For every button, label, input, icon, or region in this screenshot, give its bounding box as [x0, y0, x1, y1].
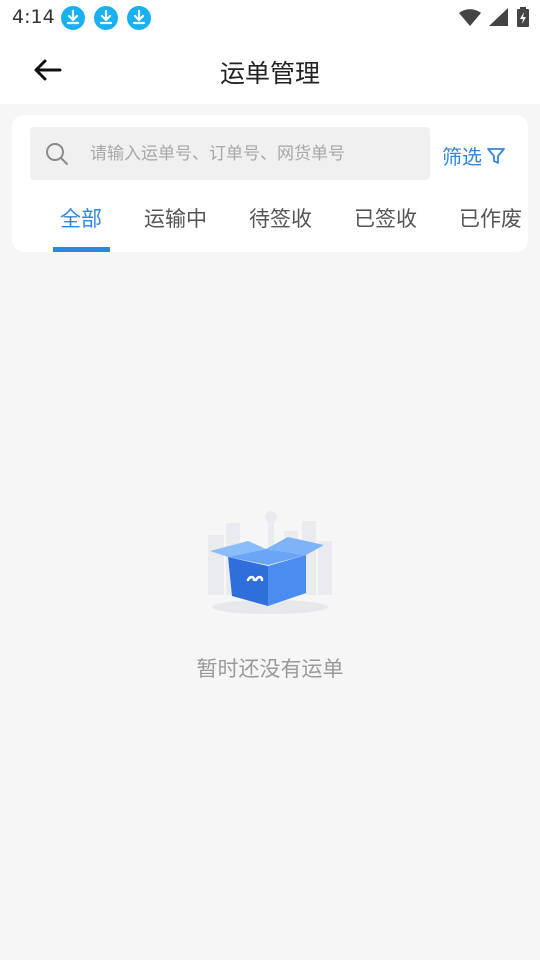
tab-voided[interactable]: 已作废: [459, 203, 522, 233]
wifi-icon: [458, 9, 481, 26]
filter-icon: [487, 148, 505, 164]
active-tab-indicator: [53, 247, 110, 252]
app-header: 运单管理: [0, 36, 540, 104]
tab-all[interactable]: 全部: [60, 203, 102, 233]
filter-label: 筛选: [442, 145, 482, 169]
download-icon: [94, 6, 118, 30]
search-filter-card: 筛选 全部 运输中 待签收 已签收 已作废: [12, 115, 528, 252]
search-icon: [46, 143, 68, 165]
signal-icon: [488, 8, 508, 26]
tab-pending-signature[interactable]: 待签收: [249, 203, 312, 233]
empty-box-icon: [208, 511, 332, 614]
download-icon: [127, 6, 151, 30]
page-title: 运单管理: [219, 59, 320, 88]
search-input[interactable]: [90, 127, 420, 180]
empty-state: 暂时还没有运单: [0, 495, 540, 695]
status-bar: 4:14: [0, 0, 540, 36]
system-status-icons: [458, 6, 530, 30]
empty-state-message: 暂时还没有运单: [196, 657, 344, 681]
filter-button[interactable]: 筛选: [442, 141, 506, 169]
battery-charging-icon: [517, 7, 529, 27]
download-icon: [61, 6, 85, 30]
status-tabs: 全部 运输中 待签收 已签收 已作废: [12, 193, 528, 252]
status-time: 4:14: [12, 6, 55, 28]
search-box[interactable]: [30, 127, 430, 180]
tab-in-transit[interactable]: 运输中: [144, 203, 207, 233]
tab-signed[interactable]: 已签收: [354, 203, 417, 233]
